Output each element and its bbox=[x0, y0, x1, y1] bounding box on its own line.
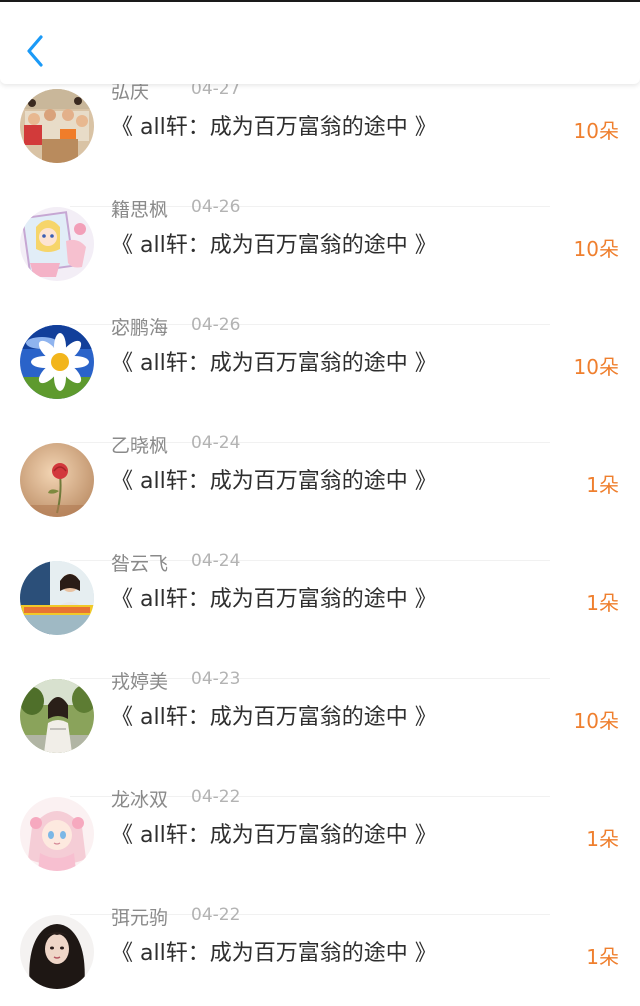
gift-record-list: 弘庆 04-27 《 all轩：成为百万富翁的途中 》 10朵 籍思枫 04-2… bbox=[0, 0, 640, 1006]
avatar-outdoor-woman-icon bbox=[20, 679, 94, 753]
avatar-group-photo-icon bbox=[20, 89, 94, 163]
list-item[interactable]: 昝云飞 04-24 《 all轩：成为百万富翁的途中 》 1朵 bbox=[0, 551, 640, 679]
avatar-daisy-icon bbox=[20, 325, 94, 399]
list-item[interactable]: 弘庆 04-27 《 all轩：成为百万富翁的途中 》 10朵 bbox=[0, 79, 640, 207]
avatar-anime-girl-icon bbox=[20, 207, 94, 281]
flower-count: 10朵 bbox=[573, 709, 619, 733]
flower-count: 1朵 bbox=[586, 591, 619, 615]
avatar-woman-photo-icon bbox=[20, 561, 94, 635]
list-item[interactable]: 籍思枫 04-26 《 all轩：成为百万富翁的途中 》 10朵 bbox=[0, 197, 640, 325]
user-name: 宓鹏海 bbox=[111, 317, 169, 339]
chevron-left-icon bbox=[27, 35, 43, 67]
book-title: 《 all轩：成为百万富翁的途中 》 bbox=[111, 233, 437, 258]
flower-count: 10朵 bbox=[573, 119, 619, 143]
book-title: 《 all轩：成为百万富翁的途中 》 bbox=[111, 941, 437, 966]
gift-date: 04-26 bbox=[191, 197, 241, 217]
gift-date: 04-24 bbox=[191, 433, 241, 453]
user-name: 弭元驹 bbox=[111, 907, 169, 929]
avatar[interactable] bbox=[20, 915, 94, 989]
flower-count: 1朵 bbox=[586, 827, 619, 851]
gift-date: 04-26 bbox=[191, 315, 241, 335]
list-item[interactable]: 戎婷美 04-23 《 all轩：成为百万富翁的途中 》 10朵 bbox=[0, 669, 640, 797]
user-name: 戎婷美 bbox=[111, 671, 169, 693]
book-title: 《 all轩：成为百万富翁的途中 》 bbox=[111, 351, 437, 376]
avatar[interactable] bbox=[20, 207, 94, 281]
avatar-dark-hair-girl-icon bbox=[20, 915, 94, 989]
back-button[interactable] bbox=[22, 32, 48, 70]
avatar[interactable] bbox=[20, 679, 94, 753]
avatar[interactable] bbox=[20, 797, 94, 871]
list-item[interactable]: 宓鹏海 04-26 《 all轩：成为百万富翁的途中 》 10朵 bbox=[0, 315, 640, 443]
avatar-rose-icon bbox=[20, 443, 94, 517]
avatar[interactable] bbox=[20, 325, 94, 399]
book-title: 《 all轩：成为百万富翁的途中 》 bbox=[111, 705, 437, 730]
list-item[interactable]: 弭元驹 04-22 《 all轩：成为百万富翁的途中 》 1朵 bbox=[0, 905, 640, 1006]
gift-date: 04-24 bbox=[191, 551, 241, 571]
flower-count: 10朵 bbox=[573, 237, 619, 261]
book-title: 《 all轩：成为百万富翁的途中 》 bbox=[111, 115, 437, 140]
avatar[interactable] bbox=[20, 443, 94, 517]
user-name: 昝云飞 bbox=[111, 553, 169, 575]
user-name: 籍思枫 bbox=[111, 199, 169, 221]
avatar-pink-anime-icon bbox=[20, 797, 94, 871]
user-name: 乙晓枫 bbox=[111, 435, 169, 457]
gift-date: 04-22 bbox=[191, 787, 241, 807]
top-nav-bar bbox=[0, 0, 640, 84]
gift-date: 04-22 bbox=[191, 905, 241, 925]
book-title: 《 all轩：成为百万富翁的途中 》 bbox=[111, 469, 437, 494]
flower-count: 1朵 bbox=[586, 473, 619, 497]
book-title: 《 all轩：成为百万富翁的途中 》 bbox=[111, 823, 437, 848]
flower-count: 1朵 bbox=[586, 945, 619, 969]
list-item[interactable]: 乙晓枫 04-24 《 all轩：成为百万富翁的途中 》 1朵 bbox=[0, 433, 640, 561]
user-name: 龙冰双 bbox=[111, 789, 169, 811]
list-item[interactable]: 龙冰双 04-22 《 all轩：成为百万富翁的途中 》 1朵 bbox=[0, 787, 640, 915]
avatar[interactable] bbox=[20, 561, 94, 635]
flower-count: 10朵 bbox=[573, 355, 619, 379]
book-title: 《 all轩：成为百万富翁的途中 》 bbox=[111, 587, 437, 612]
gift-date: 04-23 bbox=[191, 669, 241, 689]
avatar[interactable] bbox=[20, 89, 94, 163]
